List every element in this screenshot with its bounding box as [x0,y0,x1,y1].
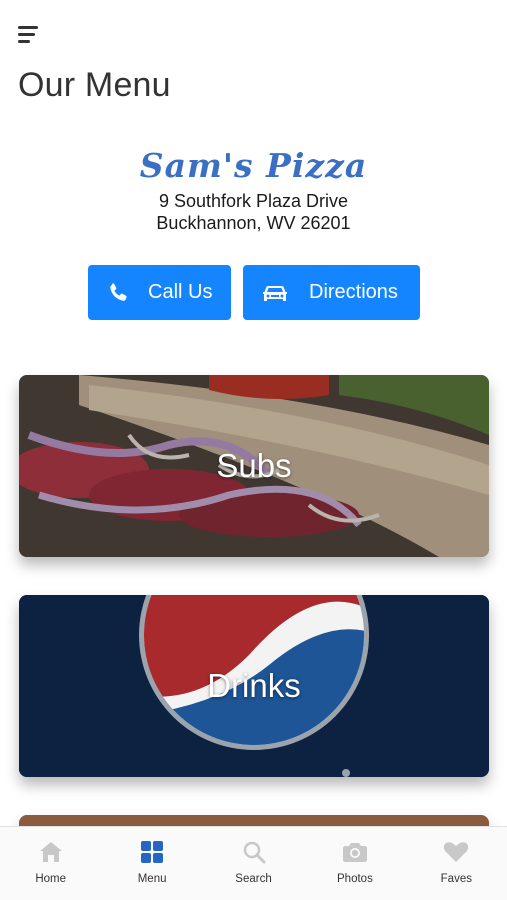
bottom-tab-bar: Home Menu Search Photos Faves [0,826,507,900]
page-title: Our Menu [18,66,171,104]
hamburger-icon-line [18,33,35,36]
car-icon [261,281,289,305]
hamburger-icon-line [18,40,30,43]
category-card-subs[interactable]: Subs [19,375,489,557]
directions-button[interactable]: Directions [243,265,420,320]
hamburger-menu-button[interactable] [18,24,42,46]
tab-home[interactable]: Home [0,827,101,900]
tab-label: Photos [337,873,373,885]
call-us-label: Call Us [148,281,213,303]
address-line-2: Buckhannon, WV 26201 [156,213,351,233]
address-line-1: 9 Southfork Plaza Drive [158,191,349,211]
call-us-button[interactable]: Call Us [88,265,231,320]
grid-icon [139,839,165,865]
category-card-drinks[interactable]: Drinks [19,595,489,777]
tab-label: Menu [137,873,167,885]
category-label-subs: Subs [216,447,292,484]
restaurant-logo: Sam's Pizza [139,146,368,185]
tab-label: Search [235,873,272,885]
tab-label: Faves [440,873,472,885]
tab-photos[interactable]: Photos [304,827,405,900]
home-icon [38,839,64,865]
tab-search[interactable]: Search [203,827,304,900]
camera-icon [342,839,368,865]
category-label-drinks: Drinks [207,667,301,704]
heart-icon [443,839,469,865]
tab-label: Home [35,873,67,885]
phone-icon [106,281,130,305]
search-icon [241,839,267,865]
hamburger-icon-line [18,26,38,29]
tab-menu[interactable]: Menu [101,827,202,900]
tab-faves[interactable]: Faves [406,827,507,900]
directions-label: Directions [309,281,398,303]
